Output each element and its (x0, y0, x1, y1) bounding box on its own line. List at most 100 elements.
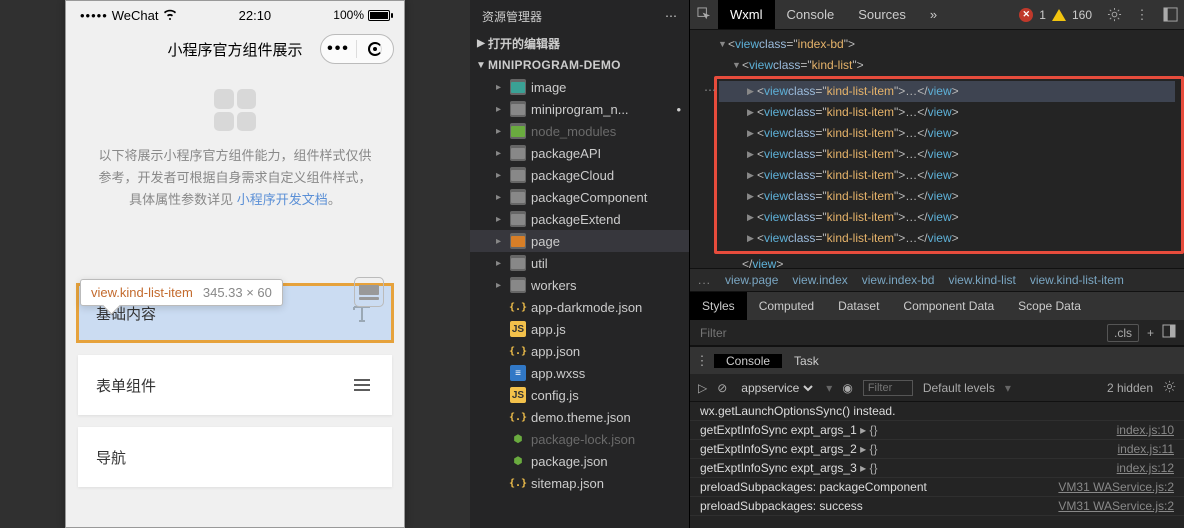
explorer-more-icon[interactable]: ⋯ (665, 9, 677, 23)
styles-filter-input[interactable] (690, 326, 1107, 340)
file-tree-row[interactable]: ▸packageComponent (470, 186, 689, 208)
file-icon: JS (510, 321, 526, 337)
styles-tab[interactable]: Computed (747, 292, 826, 320)
el-close: </view> (718, 254, 1184, 268)
console-clear-icon[interactable]: ⊘ (717, 381, 727, 395)
el-node[interactable]: ▶<view class="kind-list-item">…</view> (719, 165, 1175, 186)
crumb[interactable]: view.page (725, 273, 778, 287)
capsule-more-icon[interactable]: ••• (321, 40, 357, 58)
console-src-link[interactable]: VM31 WAService.js:2 (1058, 499, 1174, 513)
file-tree-row[interactable]: ▸packageCloud (470, 164, 689, 186)
panel-menu-icon[interactable] (1162, 324, 1176, 341)
drawer-tab[interactable]: Task (782, 354, 831, 368)
drawer-tab[interactable]: Console (714, 354, 782, 368)
phone-frame: ••••• WeChat 22:10 100% 小程序官方组件展示 ••• (65, 0, 405, 528)
capsule-close-icon[interactable] (357, 42, 393, 56)
file-icon: {.} (510, 409, 526, 425)
devtools-tab[interactable]: Console (775, 0, 847, 29)
el-node[interactable]: ▶<view class="kind-list-item">…</view> (719, 207, 1175, 228)
file-tree-row[interactable]: JSapp.js (470, 318, 689, 340)
drawer-menu-icon[interactable]: ⋮ (690, 353, 714, 369)
file-tree-row[interactable]: JSconfig.js (470, 384, 689, 406)
console-row[interactable]: getExptInfoSync expt_args_2 ▸ {}index.js… (690, 440, 1184, 459)
card-icon[interactable] (354, 277, 384, 307)
file-tree-row[interactable]: ▸packageExtend (470, 208, 689, 230)
crumb[interactable]: view.index-bd (862, 273, 935, 287)
kebab-icon[interactable]: ⋮ (1128, 0, 1156, 29)
error-badge-icon[interactable]: ✕ (1019, 8, 1033, 22)
file-tree-row[interactable]: {.}demo.theme.json (470, 406, 689, 428)
el-node[interactable]: ▶<view class="kind-list-item">…</view> (719, 186, 1175, 207)
file-tree-row[interactable]: ▸node_modules (470, 120, 689, 142)
file-icon (510, 101, 526, 117)
console-src-link[interactable]: VM31 WAService.js:2 (1058, 480, 1174, 494)
file-tree-row[interactable]: ▸packageAPI (470, 142, 689, 164)
el-node[interactable]: ▶<view class="kind-list-item">…</view> (719, 102, 1175, 123)
elements-tree[interactable]: ▼<view class="index-bd"> ▼<view class="k… (690, 30, 1184, 268)
new-rule-icon[interactable]: + (1147, 326, 1154, 340)
el-node[interactable]: ▶<view class="kind-list-item">…</view> (719, 81, 1175, 102)
crumb[interactable]: view.index (792, 273, 847, 287)
file-tree-row[interactable]: ⬢package-lock.json (470, 428, 689, 450)
console-src-link[interactable]: index.js:11 (1118, 442, 1174, 456)
kind-list-item[interactable]: 导航 (78, 427, 392, 487)
console-filter-input[interactable] (863, 380, 913, 396)
console-row[interactable]: getExptInfoSync expt_args_1 ▸ {}index.js… (690, 421, 1184, 440)
dock-icon[interactable] (1156, 0, 1184, 29)
file-tree-row[interactable]: {.}sitemap.json (470, 472, 689, 494)
console-row[interactable]: preloadSubpackages: successVM31 WAServic… (690, 497, 1184, 516)
console-settings-icon[interactable] (1163, 380, 1176, 396)
styles-tab[interactable]: Dataset (826, 292, 891, 320)
console-src-link[interactable]: index.js:10 (1117, 423, 1174, 437)
warning-badge-icon[interactable] (1052, 9, 1066, 21)
el-node[interactable]: ▼<view class="kind-list"> (718, 55, 1184, 76)
file-tree-row[interactable]: ▸image (470, 76, 689, 98)
styles-tab[interactable]: Styles (690, 292, 747, 320)
console-levels[interactable]: Default levels (923, 381, 995, 395)
file-tree-row[interactable]: {.}app.json (470, 340, 689, 362)
console-row[interactable]: getExptInfoSync expt_args_3 ▸ {}index.js… (690, 459, 1184, 478)
devtools-tab[interactable]: Sources (846, 0, 918, 29)
file-name: image (531, 80, 566, 95)
cls-toggle[interactable]: .cls (1107, 324, 1139, 342)
tabs-overflow[interactable]: » (918, 0, 949, 29)
console-src-link[interactable]: index.js:12 (1117, 461, 1174, 475)
file-tree-row[interactable]: ▸page (470, 230, 689, 252)
ellipsis-icon[interactable]: ⋯ (694, 80, 716, 101)
styles-tab[interactable]: Component Data (891, 292, 1006, 320)
file-name: package-lock.json (531, 432, 635, 447)
console-row[interactable]: preloadSubpackages: packageComponentVM31… (690, 478, 1184, 497)
file-tree-row[interactable]: ▸util (470, 252, 689, 274)
file-name: packageComponent (531, 190, 647, 205)
file-tree-row[interactable]: {.}app-darkmode.json (470, 296, 689, 318)
kind-list-item[interactable]: 表单组件 (78, 355, 392, 415)
doc-link[interactable]: 小程序开发文档 (237, 192, 328, 207)
el-node[interactable]: ▶<view class="kind-list-item">…</view> (719, 123, 1175, 144)
styles-tab[interactable]: Scope Data (1006, 292, 1093, 320)
eye-icon[interactable]: ◉ (842, 381, 852, 395)
console-hidden[interactable]: 2 hidden (1107, 381, 1153, 395)
breadcrumb[interactable]: ... view.page view.index view.index-bd view.… (690, 268, 1184, 292)
crumb[interactable]: ... (698, 273, 711, 287)
settings-icon[interactable] (1100, 0, 1128, 29)
console-row[interactable]: wx.getLaunchOptionsSync() instead. (690, 402, 1184, 421)
crumb[interactable]: view.kind-list (948, 273, 1015, 287)
el-node[interactable]: ▶<view class="kind-list-item">…</view> (719, 228, 1175, 249)
file-tree-row[interactable]: ≡app.wxss (470, 362, 689, 384)
inspect-icon[interactable] (690, 0, 718, 29)
project-section[interactable]: ▼ MINIPROGRAM-DEMO (470, 54, 689, 76)
file-tree-row[interactable]: ▸workers (470, 274, 689, 296)
console-context-select[interactable]: appservice (737, 380, 816, 396)
crumb[interactable]: view.kind-list-item (1030, 273, 1124, 287)
signal-dots: ••••• (80, 8, 108, 23)
open-editors-section[interactable]: ▶ 打开的编辑器 (470, 32, 689, 54)
tooltip-selector: view.kind-list-item (91, 285, 193, 300)
file-tree-row[interactable]: ⬢package.json (470, 450, 689, 472)
el-node[interactable]: ▶<view class="kind-list-item">…</view> (719, 144, 1175, 165)
el-node[interactable]: ▼<view class="index-bd"> (718, 34, 1184, 55)
file-tree-row[interactable]: ▸miniprogram_n...• (470, 98, 689, 120)
devtools-tab[interactable]: Wxml (718, 0, 775, 29)
file-icon: {.} (510, 299, 526, 315)
console-play-icon[interactable]: ▷ (698, 381, 707, 395)
console-body[interactable]: wx.getLaunchOptionsSync() instead.getExp… (690, 402, 1184, 516)
